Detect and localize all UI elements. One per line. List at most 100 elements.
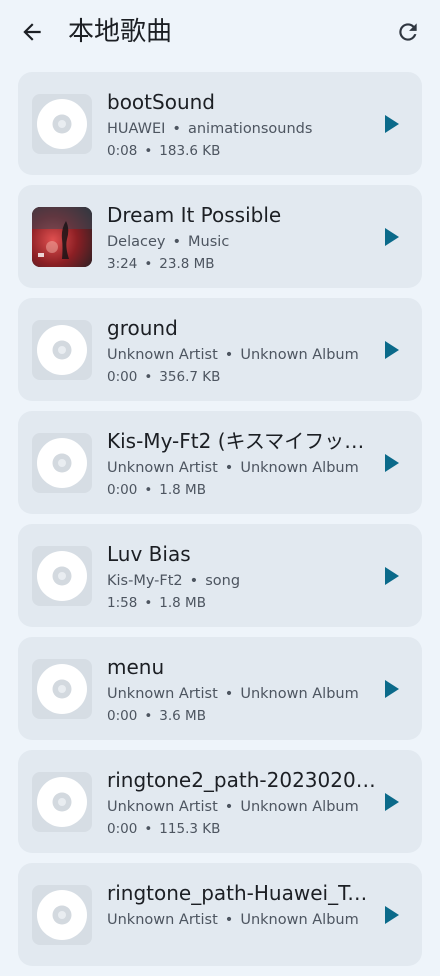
song-artist-album: Unknown Artist • Unknown Album (107, 797, 377, 817)
song-artist-album: Delacey • Music (107, 232, 377, 252)
disc-icon (37, 438, 87, 488)
album-cover-placeholder (32, 433, 92, 493)
song-card[interactable]: Luv Bias Kis-My-Ft2 • song 1:58 • 1.8 MB (18, 524, 422, 627)
album-art-icon (32, 207, 92, 267)
song-album: Unknown Album (240, 799, 359, 815)
song-size: 3.6 MB (159, 708, 206, 724)
play-icon (385, 567, 399, 585)
song-duration-size: 0:08 • 183.6 KB (107, 141, 377, 161)
play-button[interactable] (380, 677, 404, 701)
song-album: song (205, 573, 241, 589)
song-album: Unknown Album (240, 347, 359, 363)
play-icon (385, 680, 399, 698)
song-artist: Delacey (107, 234, 166, 250)
song-title: ringtone2_path-2023020… (107, 768, 376, 792)
song-card[interactable]: Dream It Possible Delacey • Music 3:24 • 23.8 … (18, 185, 422, 288)
song-duration-size: 0:00 • 115.3 KB (107, 819, 377, 839)
disc-icon (37, 777, 87, 827)
song-duration-size: 1:58 • 1.8 MB (107, 593, 377, 613)
song-title: Luv Bias (107, 542, 191, 566)
play-icon (385, 793, 399, 811)
song-artist-album: HUAWEI • animationsounds (107, 119, 377, 139)
separator-dot: • (144, 256, 153, 272)
song-album: Music (188, 234, 230, 250)
song-card[interactable]: bootSound HUAWEI • animationsounds 0:08 • 183.… (18, 72, 422, 175)
song-card[interactable]: ringtone2_path-2023020… Unknown Artist • Un… (18, 750, 422, 853)
song-artist: Kis-My-Ft2 (107, 573, 183, 589)
song-artist: Unknown Artist (107, 460, 218, 476)
song-artist-album: Unknown Artist • Unknown Album (107, 458, 377, 478)
separator-dot: • (224, 686, 234, 702)
song-duration: 0:08 (107, 143, 138, 159)
song-duration: 0:00 (107, 482, 138, 498)
separator-dot: • (144, 595, 153, 611)
separator-dot: • (144, 482, 153, 498)
play-icon (385, 454, 399, 472)
album-cover-placeholder (32, 772, 92, 832)
song-list: bootSound HUAWEI • animationsounds 0:08 • 183.… (18, 72, 422, 976)
song-card[interactable]: ringtone_path-Huawei_Tu… Unknown Artist • U… (18, 863, 422, 966)
song-card[interactable]: menu Unknown Artist • Unknown Album 0:00 • 3.6… (18, 637, 422, 740)
song-size: 1.8 MB (159, 595, 206, 611)
song-size: 356.7 KB (159, 369, 221, 385)
song-duration: 0:00 (107, 708, 138, 724)
song-duration: 0:00 (107, 369, 138, 385)
song-duration-size: 0:00 • 356.7 KB (107, 367, 377, 387)
separator-dot: • (172, 234, 182, 250)
song-card[interactable]: ground Unknown Artist • Unknown Album 0:00 • 3… (18, 298, 422, 401)
song-duration: 0:00 (107, 821, 138, 837)
song-duration: 1:58 (107, 595, 138, 611)
play-icon (385, 341, 399, 359)
play-icon (385, 115, 399, 133)
song-album: animationsounds (187, 121, 313, 137)
disc-icon (37, 99, 87, 149)
separator-dot: • (144, 143, 153, 159)
page-title: 本地歌曲 (68, 17, 173, 47)
song-artist-album: Unknown Artist • Unknown Album (107, 684, 377, 704)
song-artist-album: Unknown Artist • Unknown Album (107, 345, 377, 365)
song-size: 115.3 KB (159, 821, 221, 837)
separator-dot: • (224, 912, 234, 928)
disc-icon (37, 551, 87, 601)
album-cover-placeholder (32, 885, 92, 945)
separator-dot: • (144, 708, 153, 724)
refresh-button[interactable] (390, 14, 426, 50)
disc-icon (37, 325, 87, 375)
separator-dot: • (144, 369, 153, 385)
play-button[interactable] (380, 564, 404, 588)
separator-dot: • (224, 347, 234, 363)
back-button[interactable] (14, 14, 50, 50)
song-size: 1.8 MB (159, 482, 206, 498)
play-button[interactable] (380, 451, 404, 475)
play-button[interactable] (380, 903, 404, 927)
song-size: 183.6 KB (159, 143, 221, 159)
play-button[interactable] (380, 338, 404, 362)
song-album: Unknown Album (240, 460, 359, 476)
album-art (32, 207, 92, 267)
song-artist-album: Unknown Artist • Unknown Album (107, 910, 377, 930)
play-button[interactable] (380, 225, 404, 249)
play-icon (385, 228, 399, 246)
separator-dot: • (189, 573, 199, 589)
play-button[interactable] (380, 112, 404, 136)
song-artist: Unknown Artist (107, 912, 218, 928)
song-duration-size: 0:00 • 1.8 MB (107, 480, 377, 500)
album-cover-placeholder (32, 320, 92, 380)
song-title: ringtone_path-Huawei_Tu… (107, 881, 377, 905)
song-duration-size: 0:00 • 3.6 MB (107, 706, 377, 726)
song-artist: Unknown Artist (107, 799, 218, 815)
song-title: bootSound (107, 90, 215, 114)
song-artist: Unknown Artist (107, 686, 218, 702)
song-title: Kis-My-Ft2 (キスマイフッ… (107, 429, 365, 453)
song-album: Unknown Album (240, 912, 359, 928)
disc-icon (37, 664, 87, 714)
play-icon (385, 906, 399, 924)
separator-dot: • (144, 821, 153, 837)
song-duration: 3:24 (107, 256, 138, 272)
song-artist-album: Kis-My-Ft2 • song (107, 571, 377, 591)
song-card[interactable]: Kis-My-Ft2 (キスマイフッ… Unknown Artist • Unknow… (18, 411, 422, 514)
song-title: ground (107, 316, 178, 340)
album-cover-placeholder (32, 546, 92, 606)
play-button[interactable] (380, 790, 404, 814)
disc-icon (37, 890, 87, 940)
